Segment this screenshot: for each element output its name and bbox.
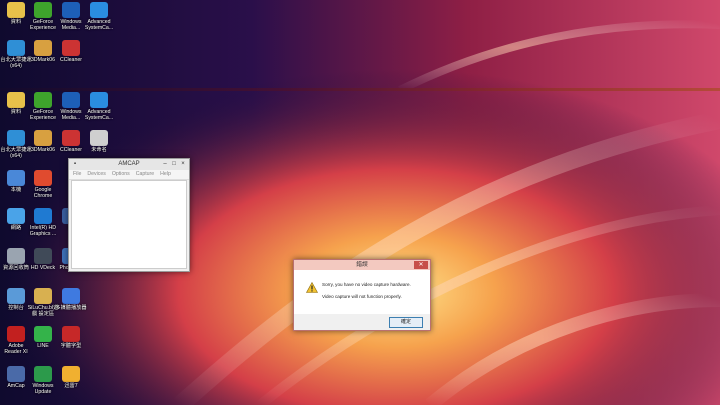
desktop-icon-label: 未命名	[91, 147, 107, 153]
desktop-icon[interactable]: 多媒體播放器	[55, 288, 87, 311]
desktop-icon[interactable]: 未命名	[83, 130, 115, 153]
dialog-title: 錯誤	[356, 262, 368, 268]
app-menu-icon[interactable]: ▪	[71, 160, 79, 168]
dialog-message-line2: Video capture will not function properly…	[322, 294, 402, 299]
dialog-body: Sorry, you have no video capture hardwar…	[294, 270, 430, 314]
dialog-titlebar[interactable]: 錯誤 ✕	[294, 260, 430, 270]
amcap-window[interactable]: AMCAP ▪ – □ × File Devices Options Captu…	[68, 158, 190, 272]
desktop-icon[interactable]: CCleaner	[55, 40, 87, 63]
minimize-icon[interactable]: –	[161, 160, 169, 168]
app-icon	[7, 288, 25, 304]
desktop-icon[interactable]: 迅雷7	[55, 366, 87, 389]
menu-help[interactable]: Help	[160, 170, 171, 179]
app-icon	[7, 326, 25, 342]
desktop-icon-label: Google Chrome	[33, 187, 53, 199]
app-icon	[62, 2, 80, 18]
app-icon	[62, 366, 80, 382]
app-icon	[7, 130, 25, 146]
app-icon	[7, 2, 25, 18]
app-icon	[34, 326, 52, 342]
app-icon	[34, 2, 52, 18]
app-icon	[7, 208, 25, 224]
app-icon	[62, 288, 80, 304]
app-icon	[34, 40, 52, 56]
app-icon	[90, 2, 108, 18]
desktop-icon[interactable]: Advanced SystemCa...	[83, 92, 115, 121]
amcap-titlebar[interactable]: AMCAP ▪ – □ ×	[69, 159, 189, 170]
app-icon	[62, 326, 80, 342]
desktop-icon[interactable]: Google Chrome	[27, 170, 59, 199]
desktop-icon-label: 多媒體播放器	[55, 305, 87, 311]
menu-devices[interactable]: Devices	[87, 170, 105, 179]
menu-file[interactable]: File	[73, 170, 81, 179]
app-icon	[34, 170, 52, 186]
app-icon	[34, 92, 52, 108]
desktop-icon-label: 迅雷7	[64, 383, 78, 389]
app-icon	[34, 288, 52, 304]
desktop-icon[interactable]: 字體字型	[55, 326, 87, 349]
close-icon[interactable]: ✕	[414, 261, 428, 269]
app-icon	[7, 40, 25, 56]
desktop-icon-label: 字體字型	[60, 343, 82, 349]
desktop-icon-label: Advanced SystemCa...	[84, 109, 114, 121]
warning-icon	[306, 282, 318, 293]
app-icon	[62, 92, 80, 108]
menu-options[interactable]: Options	[112, 170, 130, 179]
app-icon	[34, 208, 52, 224]
maximize-icon[interactable]: □	[170, 160, 178, 168]
desktop-icon-label: CCleaner	[60, 57, 82, 63]
desktop-icon[interactable]: Advanced SystemCa...	[83, 2, 115, 31]
app-icon	[34, 130, 52, 146]
app-icon	[90, 92, 108, 108]
amcap-title: AMCAP	[118, 161, 140, 167]
amcap-preview-area	[71, 180, 187, 269]
ok-button[interactable]: 確定	[389, 317, 423, 328]
desktop-icon-label: Advanced SystemCa...	[84, 19, 114, 31]
dialog-footer: 確定	[294, 314, 430, 330]
app-icon	[34, 248, 52, 264]
dialog-message-line1: Sorry, you have no video capture hardwar…	[322, 282, 411, 287]
app-icon	[7, 366, 25, 382]
app-icon	[7, 248, 25, 264]
error-dialog[interactable]: 錯誤 ✕ Sorry, you have no video capture ha…	[293, 259, 431, 331]
app-icon	[62, 40, 80, 56]
app-icon	[7, 170, 25, 186]
menu-capture[interactable]: Capture	[136, 170, 154, 179]
app-icon	[7, 92, 25, 108]
app-icon	[34, 366, 52, 382]
amcap-menubar: File Devices Options Capture Help	[69, 170, 189, 180]
app-icon	[90, 130, 108, 146]
app-icon	[62, 130, 80, 146]
close-icon[interactable]: ×	[179, 160, 187, 168]
